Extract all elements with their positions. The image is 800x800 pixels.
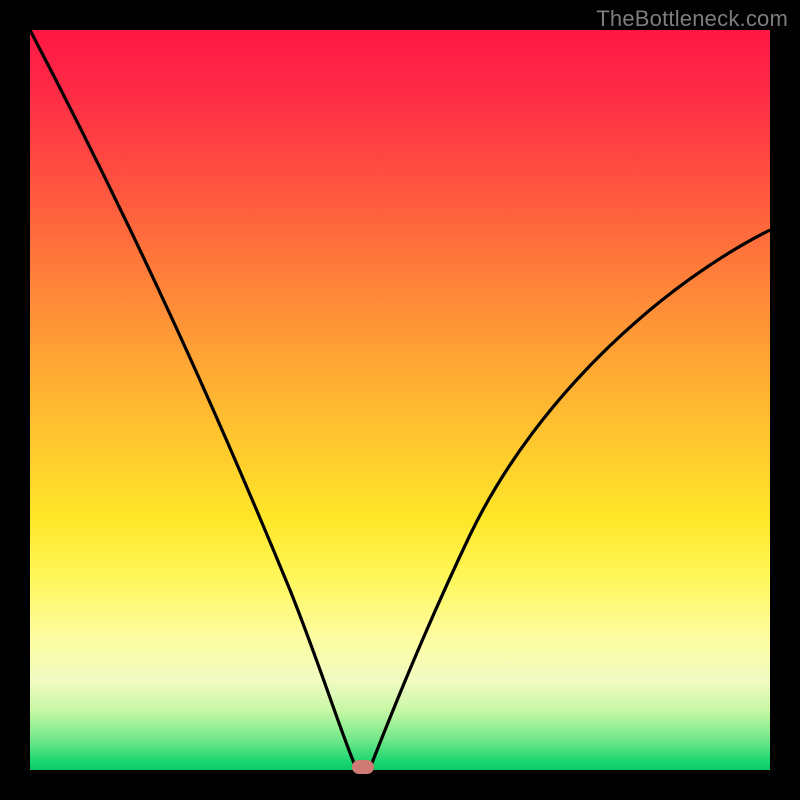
plot-area bbox=[30, 30, 770, 770]
curve-svg bbox=[30, 30, 770, 770]
bottleneck-curve-path bbox=[30, 30, 770, 768]
watermark-text: TheBottleneck.com bbox=[596, 6, 788, 32]
optimum-marker bbox=[352, 760, 374, 774]
chart-frame: TheBottleneck.com bbox=[0, 0, 800, 800]
